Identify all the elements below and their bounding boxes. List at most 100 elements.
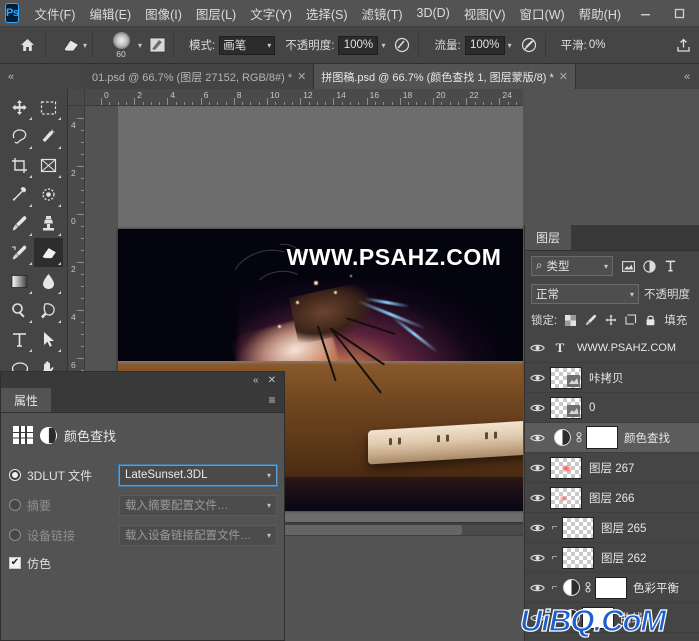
layer-name[interactable]: 图层 265	[597, 520, 646, 536]
layer-row[interactable]: 图层 267	[525, 453, 699, 483]
eraser-tool[interactable]	[34, 238, 63, 267]
lock-image-pixels-icon[interactable]	[584, 314, 597, 327]
eye-icon[interactable]	[527, 403, 547, 413]
link-icon[interactable]	[583, 582, 593, 593]
select-3dlut-file[interactable]: LateSunset.3DL ▾	[119, 464, 277, 486]
tab-layers[interactable]: 图层	[525, 225, 572, 250]
chevron-down-icon[interactable]: ▾	[138, 41, 142, 50]
radio-device-link[interactable]	[9, 529, 21, 541]
close-icon[interactable]: ✕	[268, 375, 276, 386]
close-icon[interactable]: ✕	[297, 70, 306, 83]
menu-window[interactable]: 窗口(W)	[513, 0, 572, 27]
path-selection-tool[interactable]	[34, 325, 63, 354]
layer-name[interactable]: WWW.PSAHZ.COM	[573, 342, 676, 354]
layer-name[interactable]: 曲线	[616, 610, 643, 626]
layer-mask-thumbnail[interactable]	[586, 426, 618, 449]
tab-properties[interactable]: 属性	[1, 388, 52, 412]
layer-mask-thumbnail[interactable]	[595, 576, 627, 599]
eye-icon[interactable]	[527, 613, 547, 623]
eye-icon[interactable]	[527, 583, 547, 593]
layer-row[interactable]: 颜色查找	[525, 423, 699, 453]
menu-filter[interactable]: 滤镜(T)	[355, 0, 410, 27]
adjustment-layer-icon[interactable]	[563, 579, 580, 596]
dodge-tool[interactable]	[5, 296, 34, 325]
move-tool[interactable]	[5, 93, 34, 122]
horizontal-ruler[interactable]: 02468101214161820222426	[85, 89, 523, 106]
history-brush-tool[interactable]	[5, 238, 34, 267]
layer-row[interactable]: ⌐ 图层 265	[525, 513, 699, 543]
clone-stamp-tool[interactable]	[34, 209, 63, 238]
blend-mode-select[interactable]: 画笔 ▾	[219, 35, 276, 55]
layer-row[interactable]: 0	[525, 393, 699, 423]
chevron-down-icon[interactable]: ▾	[508, 41, 512, 50]
lock-artboard-nesting-icon[interactable]	[624, 314, 637, 327]
layer-row[interactable]: ⌐ 曲线	[525, 603, 699, 633]
layer-name[interactable]: 0	[585, 402, 595, 414]
eye-icon[interactable]	[527, 523, 547, 533]
eye-icon[interactable]	[527, 463, 547, 473]
layer-row[interactable]: 咔拷贝	[525, 363, 699, 393]
smoothing-value[interactable]: 0%	[589, 39, 606, 51]
layer-mask-thumbnail[interactable]	[582, 606, 614, 629]
brush-preset-picker[interactable]: 60	[104, 32, 138, 58]
layer-name[interactable]: 图层 266	[585, 490, 634, 506]
pen-tool[interactable]	[34, 296, 63, 325]
layer-name[interactable]: 图层 262	[597, 550, 646, 566]
quick-selection-tool[interactable]	[34, 122, 63, 151]
crop-tool[interactable]	[5, 151, 34, 180]
layer-list[interactable]: T WWW.PSAHZ.COM 咔拷贝 0 颜色查找 图层 267 图层 266…	[525, 333, 699, 641]
ruler-corner[interactable]	[68, 89, 85, 106]
layer-thumbnail[interactable]	[550, 366, 582, 389]
brush-settings-panel-icon[interactable]	[146, 35, 168, 55]
layer-name[interactable]: 咔拷贝	[585, 370, 624, 386]
layer-row[interactable]: ⌐ 色彩平衡	[525, 573, 699, 603]
menu-layer[interactable]: 图层(L)	[189, 0, 243, 27]
select-abstract-profile[interactable]: 载入摘要配置文件… ▾	[119, 494, 277, 516]
eyedropper-tool[interactable]	[5, 180, 34, 209]
document-tab-pintugao[interactable]: 拼图稿.psd @ 66.7% (颜色查找 1, 图层蒙版/8) * ✕	[314, 64, 576, 89]
close-icon[interactable]: ✕	[559, 70, 568, 83]
pressure-opacity-toggle-icon[interactable]	[391, 35, 413, 55]
menu-select[interactable]: 选择(S)	[299, 0, 355, 27]
layer-filter-type-select[interactable]: ⌕ 类型 ▾	[531, 256, 613, 276]
menu-image[interactable]: 图像(I)	[138, 0, 189, 27]
tool-preset-picker[interactable]: ▾	[61, 35, 87, 55]
airbrush-toggle-icon[interactable]	[518, 35, 540, 55]
eye-icon[interactable]	[527, 493, 547, 503]
eye-icon[interactable]	[527, 373, 547, 383]
row-abstract[interactable]: 摘要 载入摘要配置文件… ▾	[1, 490, 284, 520]
filter-adjustment-icon[interactable]	[642, 259, 656, 273]
row-device-link[interactable]: 设备链接 载入设备链接配置文件… ▾	[1, 520, 284, 550]
collapse-panels-icon[interactable]: «	[0, 64, 22, 89]
layer-thumbnail[interactable]	[562, 546, 594, 569]
radio-abstract[interactable]	[9, 499, 21, 511]
collapse-right-panels-icon[interactable]: «	[675, 64, 699, 89]
link-icon[interactable]	[574, 432, 584, 443]
checkbox-dither[interactable]: ✔	[9, 557, 21, 569]
brush-tool[interactable]	[5, 209, 34, 238]
layer-name[interactable]: 图层 267	[585, 460, 634, 476]
lock-all-icon[interactable]	[644, 314, 657, 327]
flow-input[interactable]: 100%	[464, 35, 505, 55]
filter-pixel-icon[interactable]	[621, 259, 635, 273]
lock-position-icon[interactable]	[604, 314, 617, 327]
layer-thumbnail[interactable]	[550, 486, 582, 509]
lasso-tool[interactable]	[5, 122, 34, 151]
minimize-button[interactable]	[628, 0, 662, 27]
row-dither[interactable]: ✔ 仿色	[1, 550, 284, 576]
select-device-link-profile[interactable]: 载入设备链接配置文件… ▾	[119, 524, 277, 546]
layer-name[interactable]: 颜色查找	[620, 430, 670, 446]
share-icon[interactable]	[671, 38, 695, 53]
menu-type[interactable]: 文字(Y)	[243, 0, 299, 27]
type-tool[interactable]	[5, 325, 34, 354]
filter-type-icon[interactable]	[663, 259, 677, 273]
radio-3dlut[interactable]	[9, 469, 21, 481]
chevron-down-icon[interactable]: ▾	[381, 41, 385, 50]
layer-name[interactable]: 色彩平衡	[629, 580, 679, 596]
gradient-tool[interactable]	[5, 267, 34, 296]
document-tab-01[interactable]: 01.psd @ 66.7% (图层 27152, RGB/8#) * ✕	[85, 64, 315, 89]
menu-edit[interactable]: 编辑(E)	[82, 0, 138, 27]
layer-thumbnail[interactable]	[550, 396, 582, 419]
row-3dlut[interactable]: 3DLUT 文件 LateSunset.3DL ▾	[1, 460, 284, 490]
menu-view[interactable]: 视图(V)	[457, 0, 513, 27]
